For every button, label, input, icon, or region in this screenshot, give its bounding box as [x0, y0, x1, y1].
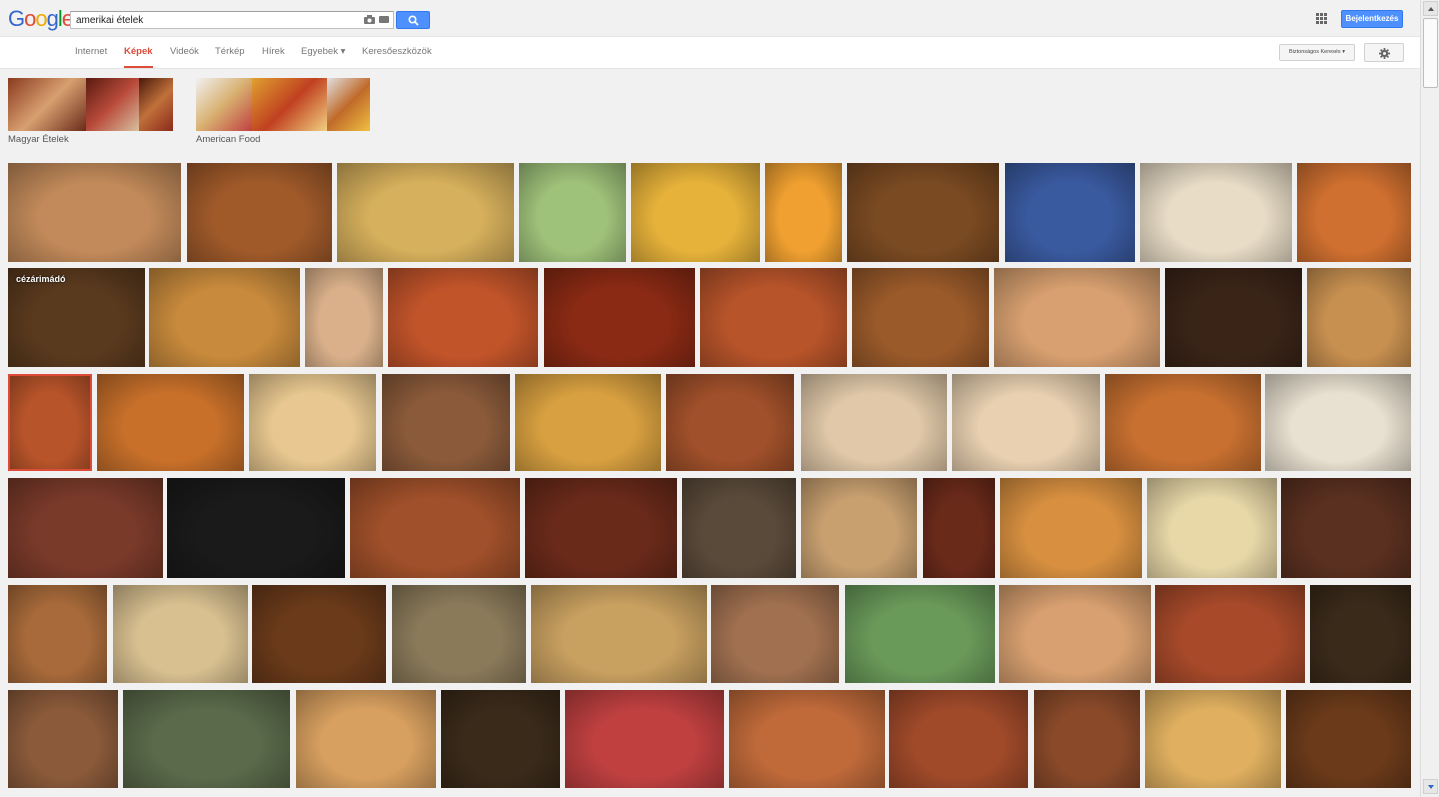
- image-result[interactable]: [249, 374, 376, 471]
- top-bar: Google amerikai ételek Bejelentkezés: [0, 0, 1420, 37]
- image-result[interactable]: [700, 268, 847, 367]
- image-result[interactable]: [952, 374, 1100, 471]
- image-result[interactable]: [1155, 585, 1305, 683]
- image-result[interactable]: [525, 478, 677, 578]
- image-result[interactable]: [8, 690, 118, 788]
- image-result[interactable]: [1000, 478, 1142, 578]
- image-result[interactable]: [149, 268, 300, 367]
- tab-maps[interactable]: Térkép: [215, 46, 245, 68]
- image-result[interactable]: [666, 374, 794, 471]
- search-input[interactable]: amerikai ételek: [70, 11, 394, 29]
- image-result[interactable]: [123, 690, 290, 788]
- scrollbar[interactable]: [1420, 0, 1439, 797]
- image-result[interactable]: [187, 163, 332, 262]
- image-result[interactable]: [889, 690, 1028, 788]
- image-result[interactable]: [1105, 374, 1261, 471]
- gear-icon: [1379, 48, 1390, 59]
- related-search-magyar[interactable]: [8, 78, 173, 133]
- tab-internet[interactable]: Internet: [75, 46, 107, 68]
- image-result[interactable]: [847, 163, 999, 262]
- image-result[interactable]: [1307, 268, 1411, 367]
- image-result[interactable]: [167, 478, 345, 578]
- image-result[interactable]: [8, 374, 92, 471]
- image-overlay-text: cézárimádó: [16, 274, 66, 284]
- image-result[interactable]: [544, 268, 695, 367]
- image-result[interactable]: [1140, 163, 1292, 262]
- scroll-up-button[interactable]: [1423, 1, 1438, 16]
- tab-images[interactable]: Képek: [124, 46, 153, 68]
- image-result[interactable]: [765, 163, 842, 262]
- image-result[interactable]: [994, 268, 1160, 367]
- image-result[interactable]: [113, 585, 248, 683]
- image-result[interactable]: [8, 585, 107, 683]
- image-result[interactable]: [729, 690, 885, 788]
- image-result[interactable]: [1281, 478, 1411, 578]
- image-result[interactable]: [8, 163, 181, 262]
- logo-letter: o: [35, 6, 47, 31]
- image-result[interactable]: [388, 268, 538, 367]
- image-result[interactable]: [97, 374, 244, 471]
- image-result[interactable]: [515, 374, 661, 471]
- image-result[interactable]: [305, 268, 383, 367]
- image-result[interactable]: [682, 478, 796, 578]
- image-result[interactable]: [252, 585, 386, 683]
- image-result[interactable]: [631, 163, 760, 262]
- image-result[interactable]: [337, 163, 514, 262]
- logo-letter: o: [24, 6, 36, 31]
- image-result[interactable]: [711, 585, 839, 683]
- image-result[interactable]: [1005, 163, 1135, 262]
- chevron-up-icon: [1428, 7, 1434, 11]
- image-result[interactable]: [1147, 478, 1277, 578]
- image-result[interactable]: [296, 690, 436, 788]
- nav-bar: Internet Képek Videók Térkép Hírek Egyeb…: [0, 37, 1420, 69]
- tab-search-tools[interactable]: Keresőeszközök: [362, 46, 432, 68]
- image-result[interactable]: [1286, 690, 1411, 788]
- image-result[interactable]: [1034, 690, 1140, 788]
- related-label-american[interactable]: American Food: [196, 134, 260, 145]
- image-result[interactable]: [531, 585, 707, 683]
- image-result[interactable]: [1297, 163, 1411, 262]
- related-search-american[interactable]: [196, 78, 370, 133]
- apps-grid-icon[interactable]: [1316, 13, 1327, 24]
- camera-icon[interactable]: [364, 15, 375, 24]
- related-label-magyar[interactable]: Magyar Ételek: [8, 134, 69, 145]
- logo-letter: G: [8, 6, 25, 31]
- image-result[interactable]: [1145, 690, 1281, 788]
- settings-button[interactable]: [1364, 43, 1404, 62]
- search-button[interactable]: [396, 11, 430, 29]
- image-result[interactable]: [8, 478, 163, 578]
- image-result[interactable]: [382, 374, 510, 471]
- image-result[interactable]: [392, 585, 526, 683]
- image-result[interactable]: [923, 478, 995, 578]
- search-query-text: amerikai ételek: [76, 15, 144, 26]
- image-result[interactable]: [350, 478, 520, 578]
- image-result[interactable]: [1265, 374, 1411, 471]
- tab-videos[interactable]: Videók: [170, 46, 199, 68]
- image-result[interactable]: [999, 585, 1151, 683]
- search-icon: [408, 15, 419, 26]
- image-result[interactable]: [845, 585, 995, 683]
- image-result[interactable]: [441, 690, 560, 788]
- image-result[interactable]: cézárimádó: [8, 268, 145, 367]
- tab-more[interactable]: Egyebek ▾: [301, 46, 345, 68]
- image-result[interactable]: [519, 163, 626, 262]
- logo-letter: g: [46, 6, 59, 31]
- tab-news[interactable]: Hírek: [262, 46, 285, 68]
- image-result[interactable]: [1310, 585, 1411, 683]
- chevron-down-icon: [1428, 785, 1434, 789]
- image-result[interactable]: [852, 268, 989, 367]
- keyboard-icon[interactable]: [379, 16, 389, 23]
- signin-button[interactable]: Bejelentkezés: [1341, 10, 1403, 28]
- scroll-down-button[interactable]: [1423, 779, 1438, 794]
- image-result[interactable]: [801, 478, 917, 578]
- google-logo[interactable]: Google: [8, 6, 74, 32]
- image-result[interactable]: [1165, 268, 1302, 367]
- image-result[interactable]: [801, 374, 947, 471]
- scroll-thumb[interactable]: [1423, 18, 1438, 88]
- safesearch-dropdown[interactable]: Biztonságos Keresés ▾: [1279, 44, 1355, 61]
- image-result[interactable]: [565, 690, 724, 788]
